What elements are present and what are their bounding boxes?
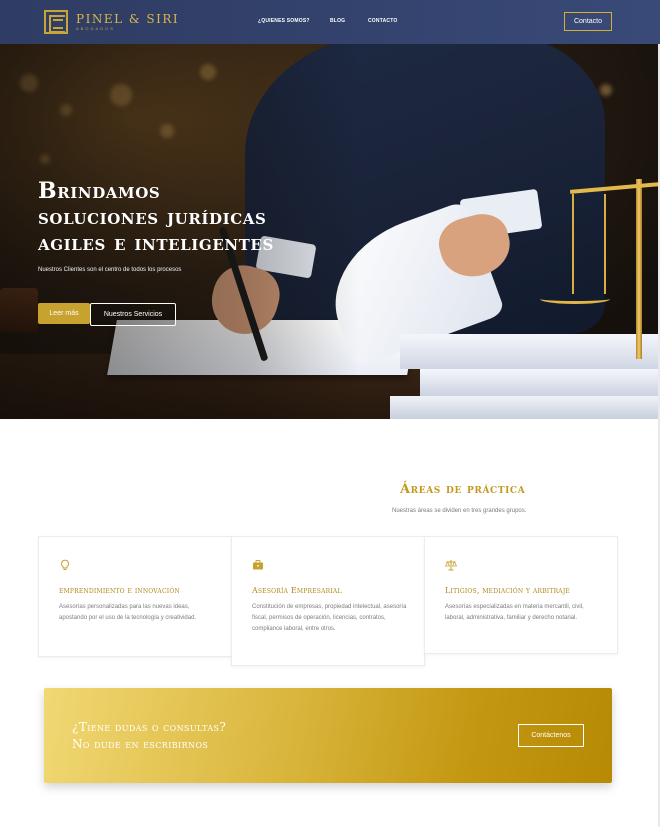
scale-icon [445, 560, 457, 571]
logo-name: PINEL & SIRI [76, 12, 180, 26]
card-description: Asesorías personalizadas para las nuevas… [59, 604, 197, 621]
card-description: Asesorías especializadas en materia merc… [445, 604, 584, 621]
read-more-button[interactable]: Leer más [38, 303, 90, 324]
practice-card-innovation[interactable]: emprendimiento e innovación Asesorías pe… [38, 536, 232, 657]
our-services-button[interactable]: Nuestros Servicios [90, 303, 176, 326]
hero-banner: Brindamos soluciones jurídicas agiles e … [0, 44, 660, 419]
justice-scale-icon [636, 179, 642, 359]
contact-cta-banner: ¿Tiene dudas o consultas? No dude en esc… [44, 688, 612, 783]
book-stack [420, 369, 660, 399]
site-header: PINEL & SIRI ABOGADOS ¿QUIENES SOMOS? BL… [0, 0, 660, 44]
hero-title: Brindamos soluciones jurídicas agiles e … [38, 178, 274, 256]
card-description: Constitución de empresas, propiedad inte… [252, 604, 407, 632]
practice-card-litigation[interactable]: Litigios, mediación y arbitraje Asesoría… [424, 536, 618, 654]
scale-pan [540, 294, 610, 304]
book-stack [390, 396, 660, 419]
logo-mark-icon [44, 10, 68, 34]
contact-us-button[interactable]: Contáctenos [518, 724, 584, 747]
practice-areas-title: Áreas de práctica [400, 482, 526, 497]
briefcase-icon [253, 560, 263, 570]
book-stack [400, 334, 660, 369]
practice-card-business[interactable]: Asesoría Empresarial Constitución de emp… [231, 536, 425, 666]
logo-subtitle: ABOGADOS [76, 26, 115, 31]
scale-chain [604, 194, 606, 294]
cta-title: ¿Tiene dudas o consultas? No dude en esc… [72, 720, 227, 751]
card-title: Asesoría Empresarial [252, 586, 342, 595]
nav-item-quienes-somos[interactable]: ¿QUIENES SOMOS? [258, 18, 318, 24]
logo[interactable]: PINEL & SIRI ABOGADOS [44, 9, 179, 35]
scale-chain [572, 194, 574, 294]
card-title: Litigios, mediación y arbitraje [445, 586, 571, 595]
practice-areas-subtitle: Nuestras áreas se dividen en tres grande… [392, 508, 527, 514]
header-contact-button[interactable]: Contacto [564, 12, 612, 31]
hero-subtitle: Nuestros Clientes son el centro de todos… [38, 267, 182, 273]
bokeh-light [600, 84, 612, 96]
nav-item-contacto[interactable]: CONTACTO [368, 18, 408, 24]
nav-item-blog[interactable]: BLOG [330, 18, 360, 24]
card-title: emprendimiento e innovación [59, 586, 180, 595]
lightbulb-icon [61, 559, 69, 570]
